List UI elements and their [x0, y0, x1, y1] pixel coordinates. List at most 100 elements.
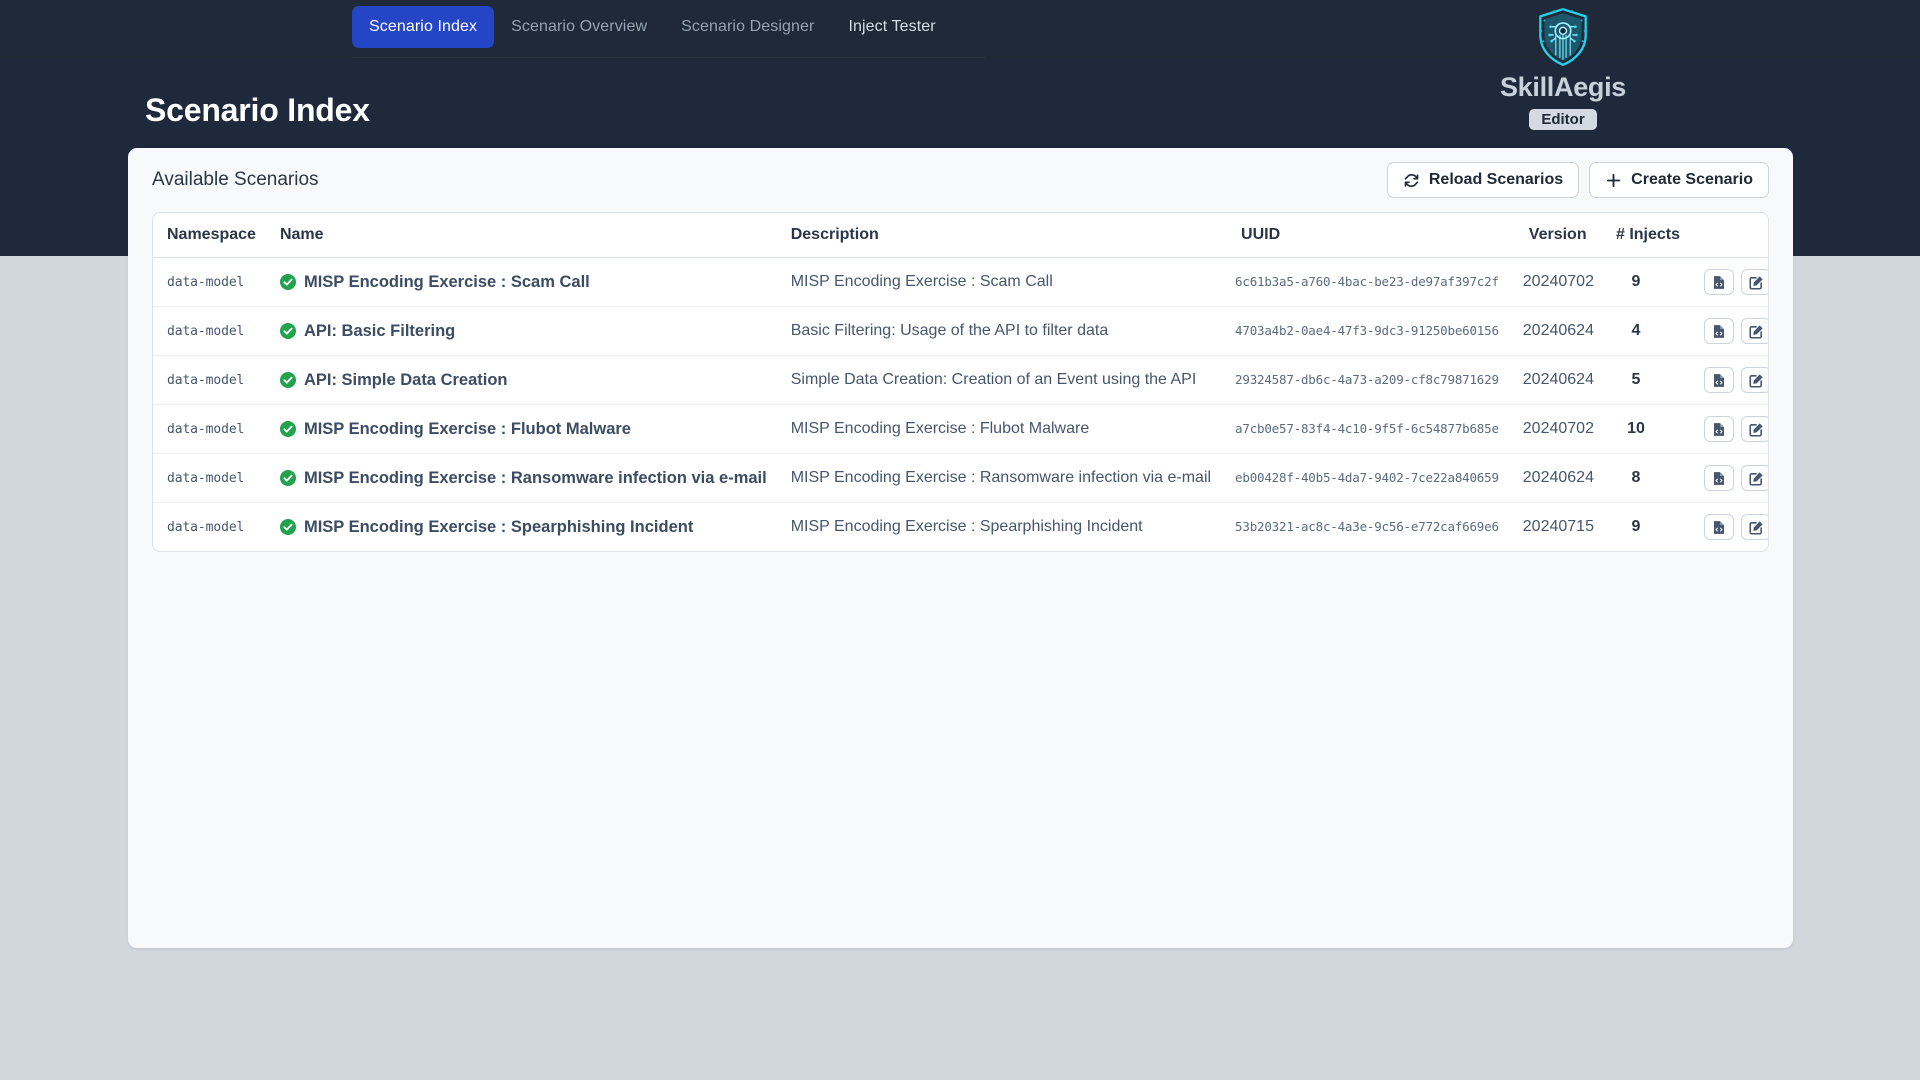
cell-description: MISP Encoding Exercise : Spearphishing I… — [790, 518, 1143, 535]
row-action-group — [1704, 318, 1768, 344]
nav-tab-list: Scenario Index Scenario Overview Scenario … — [352, 6, 985, 58]
file-code-icon — [1714, 324, 1724, 338]
cell-namespace: data-model — [167, 471, 245, 486]
create-scenario-label: Create Scenario — [1631, 171, 1753, 188]
cell-injects: 4 — [1631, 322, 1641, 339]
pen-to-square-button[interactable] — [1741, 367, 1768, 393]
column-header-namespace[interactable]: Namespace — [153, 213, 268, 258]
card-title: Available Scenarios — [152, 169, 319, 190]
circle-check-icon — [279, 421, 296, 437]
scenario-name-cell: MISP Encoding Exercise : Spearphishing I… — [279, 518, 767, 537]
table-header-row: Namespace Name Description UUID Version … — [153, 213, 1768, 258]
cell-injects: 8 — [1631, 469, 1641, 486]
table-row[interactable]: data-model API: Simple Data Creation Simpl… — [153, 355, 1768, 405]
cell-version: 20240624 — [1522, 322, 1594, 339]
file-code-button[interactable] — [1704, 416, 1734, 442]
card-action-buttons: Reload Scenarios Create Scenario — [1386, 162, 1769, 198]
cell-description: MISP Encoding Exercise : Flubot Malware — [790, 420, 1090, 437]
brand-name: SkillAegis — [1499, 72, 1627, 102]
cell-name: API: Basic Filtering — [303, 321, 456, 340]
card-header: Available Scenarios Reload Scenarios Cre… — [128, 148, 1793, 212]
table-body: data-model MISP Encoding Exercise : Scam … — [153, 257, 1768, 552]
cell-uuid: eb00428f-40b5-4da7-9402-7ce22a840659 — [1235, 470, 1499, 485]
cell-uuid: 53b20321-ac8c-4a3e-9c56-e772caf669e6 — [1235, 519, 1499, 534]
circle-check-icon — [279, 372, 296, 388]
pen-to-square-icon — [1748, 373, 1763, 388]
create-scenario-button[interactable]: Create Scenario — [1589, 162, 1769, 198]
page-title: Scenario Index — [145, 92, 370, 128]
cell-namespace: data-model — [167, 275, 245, 290]
cell-namespace: data-model — [167, 373, 245, 388]
file-code-button[interactable] — [1704, 269, 1734, 295]
table-row[interactable]: data-model API: Basic Filtering Basic Filt… — [153, 306, 1768, 356]
cell-namespace: data-model — [167, 422, 245, 437]
nav-tab-scenario-index[interactable]: Scenario Index — [352, 6, 495, 48]
column-header-description[interactable]: Description — [778, 213, 1224, 258]
pen-to-square-icon — [1748, 422, 1763, 437]
column-header-uuid[interactable]: UUID — [1223, 213, 1511, 258]
pen-to-square-icon — [1748, 275, 1763, 290]
cell-version: 20240715 — [1522, 518, 1594, 535]
cell-name: MISP Encoding Exercise : Ransomware infe… — [303, 468, 767, 487]
row-action-group — [1704, 367, 1768, 393]
cell-description: MISP Encoding Exercise : Ransomware infe… — [790, 469, 1212, 486]
file-code-icon — [1714, 422, 1724, 436]
nav-tab-scenario-overview[interactable]: Scenario Overview — [494, 6, 664, 48]
scenario-name-cell: API: Basic Filtering — [279, 321, 767, 341]
nav-tab-inject-tester[interactable]: Inject Tester — [831, 6, 952, 48]
cell-description: Simple Data Creation: Creation of an Eve… — [790, 371, 1197, 388]
file-code-button[interactable] — [1704, 514, 1734, 540]
scenarios-card: Available Scenarios Reload Scenarios Cre… — [128, 148, 1793, 948]
pen-to-square-icon — [1748, 324, 1763, 339]
pen-to-square-button[interactable] — [1741, 416, 1768, 442]
brand-logo: SkillAegis Editor — [1478, 4, 1648, 130]
pen-to-square-button[interactable] — [1741, 465, 1768, 491]
cell-description: Basic Filtering: Usage of the API to fil… — [790, 322, 1109, 339]
cell-injects: 5 — [1631, 371, 1641, 388]
cell-injects: 10 — [1627, 420, 1645, 437]
column-header-actions — [1692, 213, 1768, 258]
scenario-name-cell: MISP Encoding Exercise : Scam Call — [279, 272, 767, 292]
cell-injects: 9 — [1631, 518, 1641, 535]
table-row[interactable]: data-model MISP Encoding Exercise : Scam … — [153, 257, 1768, 307]
file-code-button[interactable] — [1704, 465, 1734, 491]
nav-tab-scenario-designer[interactable]: Scenario Designer — [664, 6, 831, 48]
reload-scenarios-button[interactable]: Reload Scenarios — [1386, 162, 1580, 198]
pen-to-square-button[interactable] — [1741, 514, 1768, 540]
app-root: Scenario Index Scenario Overview Scenario … — [0, 0, 1920, 1080]
cell-injects: 9 — [1631, 273, 1641, 290]
cell-version: 20240624 — [1522, 371, 1594, 388]
brand-badge: Editor — [1529, 109, 1597, 130]
file-code-button[interactable] — [1704, 367, 1734, 393]
row-action-group — [1704, 465, 1768, 491]
reload-scenarios-label: Reload Scenarios — [1428, 171, 1564, 188]
cell-uuid: 29324587-db6c-4a73-a209-cf8c79871629 — [1235, 372, 1499, 387]
cell-name: MISP Encoding Exercise : Scam Call — [303, 272, 590, 291]
table-row[interactable]: data-model MISP Encoding Exercise : Ranso… — [153, 453, 1768, 503]
pen-to-square-button[interactable] — [1741, 269, 1768, 295]
file-code-icon — [1714, 471, 1724, 485]
cell-uuid: 4703a4b2-0ae4-47f3-9dc3-91250be60156 — [1235, 323, 1499, 338]
file-code-icon — [1714, 520, 1724, 534]
pen-to-square-button[interactable] — [1741, 318, 1768, 344]
row-action-group — [1704, 269, 1768, 295]
cell-version: 20240702 — [1522, 273, 1594, 290]
cell-uuid: a7cb0e57-83f4-4c10-9f5f-6c54877b685e — [1235, 421, 1499, 436]
table-row[interactable]: data-model MISP Encoding Exercise : Flubo… — [153, 404, 1768, 454]
file-code-icon — [1714, 373, 1724, 387]
file-code-button[interactable] — [1704, 318, 1734, 344]
circle-check-icon — [279, 274, 296, 290]
scenarios-table-wrapper: Namespace Name Description UUID Version … — [152, 212, 1769, 552]
cell-version: 20240702 — [1522, 420, 1594, 437]
column-header-version[interactable]: Version — [1510, 213, 1606, 258]
pen-to-square-icon — [1748, 471, 1763, 486]
rotate-icon — [1404, 173, 1419, 187]
scenario-name-cell: MISP Encoding Exercise : Ransomware infe… — [279, 468, 767, 488]
table-row[interactable]: data-model MISP Encoding Exercise : Spear… — [153, 503, 1768, 552]
scenarios-table: Namespace Name Description UUID Version … — [153, 213, 1768, 552]
circle-check-icon — [279, 519, 296, 535]
column-header-injects[interactable]: # Injects — [1605, 213, 1692, 258]
pen-to-square-icon — [1748, 520, 1763, 535]
cell-name: MISP Encoding Exercise : Flubot Malware — [303, 419, 631, 438]
column-header-name[interactable]: Name — [267, 213, 779, 258]
